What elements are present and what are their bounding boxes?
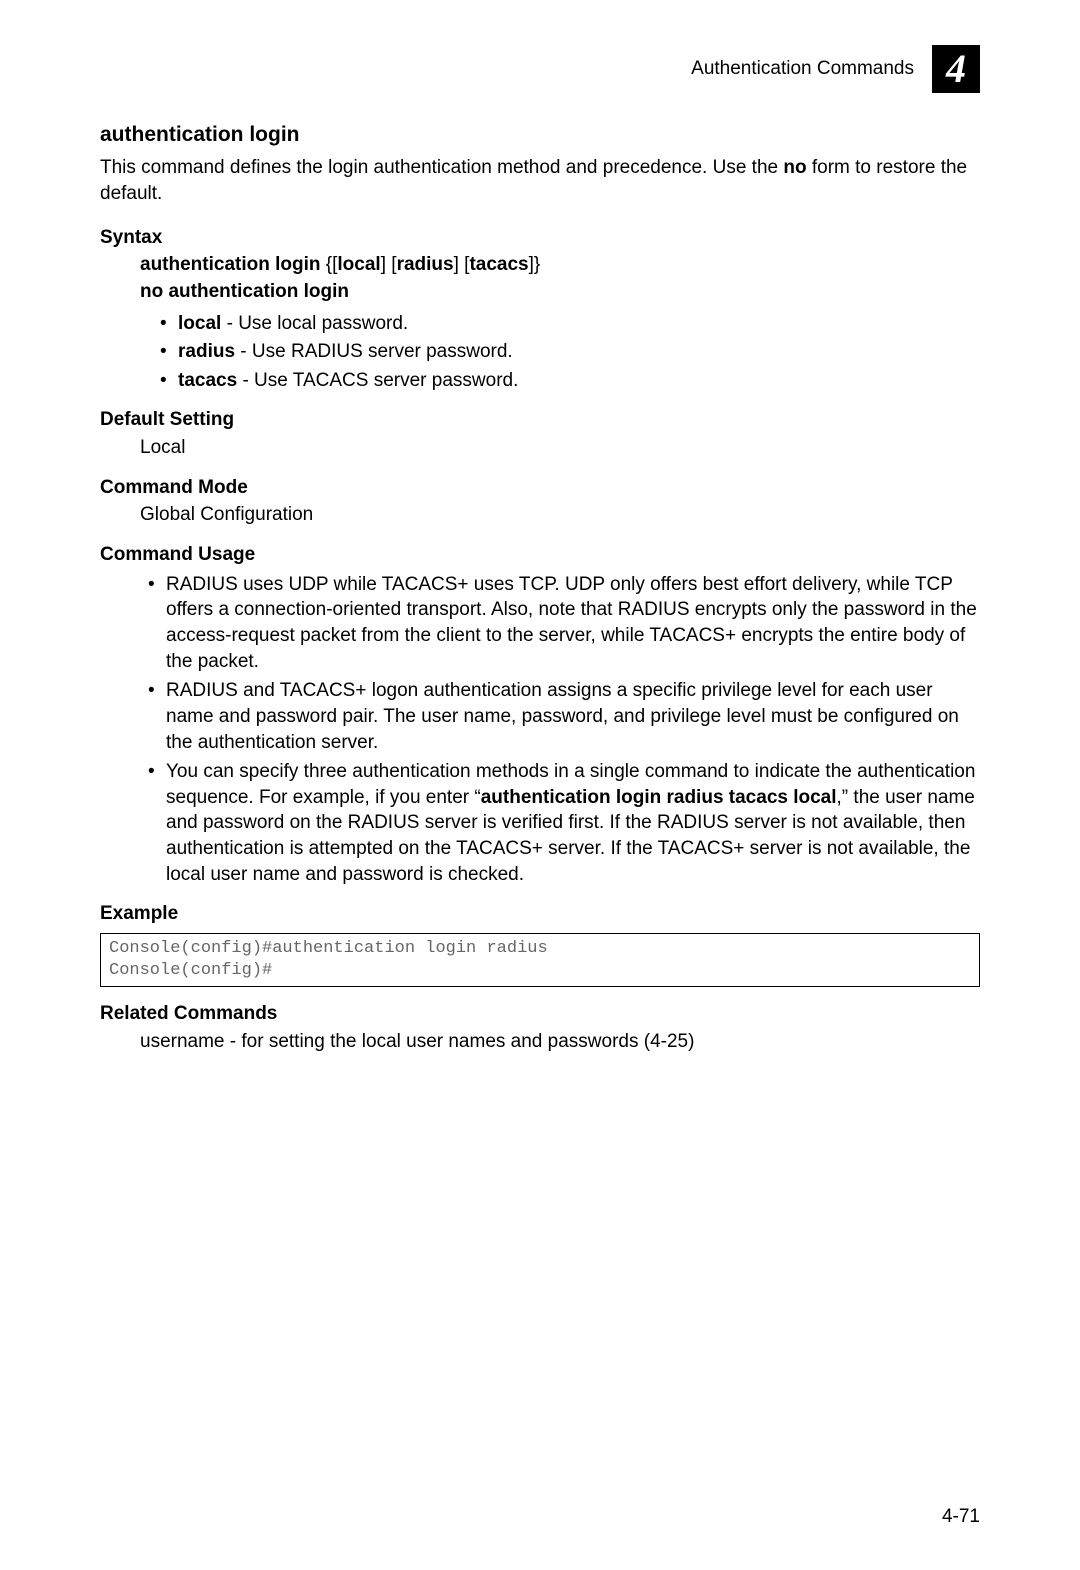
chapter-number-badge: 4 [932,45,980,93]
command-usage-heading: Command Usage [100,542,980,568]
chapter-number: 4 [946,49,966,89]
header-title: Authentication Commands [691,56,914,82]
command-mode-value: Global Configuration [140,502,980,528]
related-commands-value: username - for setting the local user na… [140,1029,980,1055]
section-title: authentication login [100,121,980,149]
syntax-tacacs: tacacs [469,254,528,275]
intro-bold: no [783,157,806,178]
list-item: local - Use local password. [160,311,980,337]
syntax-line-2: no authentication login [140,279,980,305]
opt-radius-b: radius [178,341,235,362]
syntax-no-cmd: no authentication login [140,281,349,302]
syntax-line-1: authentication login {[local] [radius] [… [140,252,980,278]
syntax-brace-open: {[ [326,254,338,275]
opt-tacacs-b: tacacs [178,370,237,391]
opt-radius-t: - Use RADIUS server password. [235,341,513,362]
command-mode-heading: Command Mode [100,475,980,501]
command-usage-list: RADIUS uses UDP while TACACS+ uses TCP. … [148,572,980,888]
list-item: RADIUS uses UDP while TACACS+ uses TCP. … [148,572,980,675]
syntax-options-list: local - Use local password. radius - Use… [160,311,980,394]
syntax-radius: radius [397,254,454,275]
syntax-sep1: ] [ [381,254,397,275]
opt-local-t: - Use local password. [221,313,408,334]
usage-2: RADIUS and TACACS+ logon authentication … [166,680,959,752]
list-item: You can specify three authentication met… [148,759,980,887]
opt-tacacs-t: - Use TACACS server password. [237,370,518,391]
list-item: RADIUS and TACACS+ logon authentication … [148,678,980,755]
intro-pre: This command defines the login authentic… [100,157,783,178]
syntax-local: local [337,254,380,275]
default-setting-heading: Default Setting [100,407,980,433]
list-item: radius - Use RADIUS server password. [160,339,980,365]
syntax-brace-close: ]} [529,254,541,275]
syntax-cmd: authentication login [140,254,326,275]
list-item: tacacs - Use TACACS server password. [160,368,980,394]
usage-1: RADIUS uses UDP while TACACS+ uses TCP. … [166,574,977,672]
syntax-sep2: ] [ [454,254,470,275]
default-setting-value: Local [140,435,980,461]
page-header: Authentication Commands 4 [100,45,980,93]
example-heading: Example [100,901,980,927]
section-intro: This command defines the login authentic… [100,155,980,206]
related-commands-heading: Related Commands [100,1001,980,1027]
page-number: 4-71 [942,1504,980,1530]
example-code-block: Console(config)#authentication login rad… [100,933,980,987]
usage-3-bold: authentication login radius tacacs local [481,787,837,808]
opt-local-b: local [178,313,221,334]
syntax-heading: Syntax [100,225,980,251]
